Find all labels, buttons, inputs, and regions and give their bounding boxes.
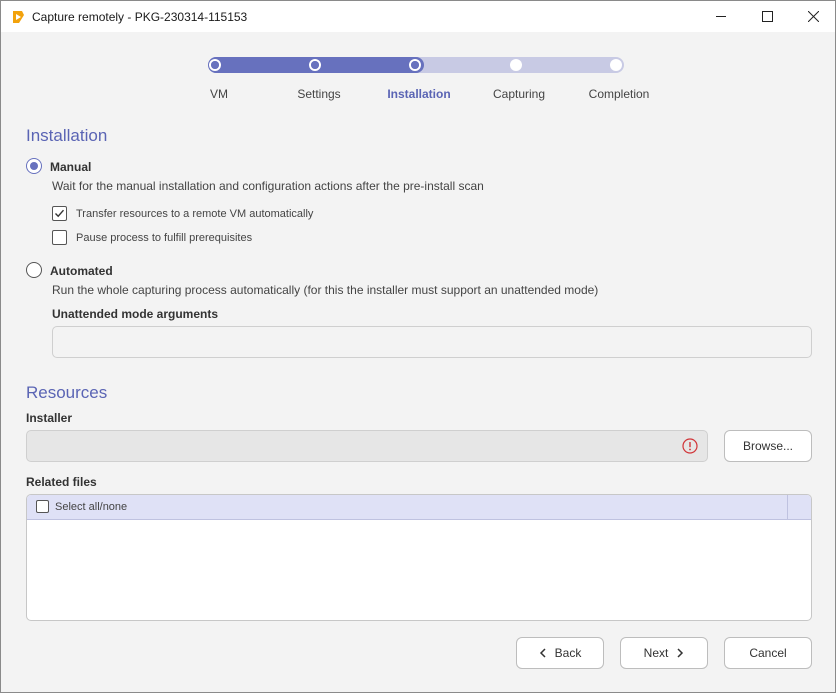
related-files-list[interactable]: Select all/none [26, 494, 812, 621]
capture-remotely-window: Capture remotely - PKG-230314-115153 VM … [0, 0, 836, 693]
step-dot-installation [409, 59, 421, 71]
app-logo-icon [10, 9, 26, 25]
step-label-installation: Installation [387, 87, 451, 101]
browse-button-label: Browse... [742, 439, 793, 453]
related-files-header: Select all/none [27, 495, 811, 520]
chevron-left-icon [539, 648, 546, 658]
step-dot-settings [309, 59, 321, 71]
minimize-button[interactable] [698, 1, 744, 32]
pause-process-checkbox[interactable] [52, 230, 67, 245]
next-button-label: Next [643, 646, 669, 660]
step-dot-completion [610, 59, 622, 71]
unattended-args-input[interactable] [52, 326, 812, 358]
manual-label[interactable]: Manual [50, 160, 91, 174]
related-files-label: Related files [26, 475, 97, 489]
header-divider [787, 495, 788, 520]
select-all-checkbox[interactable] [36, 500, 49, 513]
maximize-icon [761, 11, 773, 22]
title-bar[interactable]: Capture remotely - PKG-230314-115153 [1, 1, 835, 32]
cancel-button-label: Cancel [749, 646, 787, 660]
close-button[interactable] [790, 1, 836, 32]
window-title: Capture remotely - PKG-230314-115153 [32, 10, 248, 24]
maximize-button[interactable] [744, 1, 790, 32]
manual-description: Wait for the manual installation and con… [52, 179, 484, 193]
browse-button[interactable]: Browse... [724, 430, 812, 462]
resources-heading: Resources [26, 383, 108, 402]
chevron-right-icon [677, 648, 684, 658]
automated-radio[interactable] [26, 262, 42, 278]
back-button[interactable]: Back [516, 637, 604, 669]
minimize-icon [715, 16, 726, 17]
checkmark-icon [55, 209, 65, 218]
cancel-button[interactable]: Cancel [724, 637, 812, 669]
transfer-resources-checkbox[interactable] [52, 206, 67, 221]
installation-heading: Installation [26, 126, 108, 145]
manual-radio[interactable] [26, 158, 42, 174]
error-icon [682, 438, 698, 454]
installer-input[interactable] [26, 430, 708, 462]
step-label-completion: Completion [588, 87, 650, 101]
automated-label[interactable]: Automated [50, 264, 113, 278]
back-button-label: Back [554, 646, 582, 660]
close-icon [807, 11, 819, 22]
step-dot-vm [209, 59, 221, 71]
pause-process-label[interactable]: Pause process to fulfill prerequisites [76, 232, 252, 244]
installer-label: Installer [26, 411, 73, 425]
next-button[interactable]: Next [620, 637, 708, 669]
transfer-resources-label[interactable]: Transfer resources to a remote VM automa… [76, 208, 313, 220]
select-all-label[interactable]: Select all/none [55, 501, 127, 513]
step-label-vm: VM [210, 87, 228, 101]
step-dot-capturing [510, 59, 522, 71]
automated-description: Run the whole capturing process automati… [52, 283, 599, 297]
unattended-args-label: Unattended mode arguments [52, 307, 219, 321]
step-label-capturing: Capturing [492, 87, 546, 101]
step-label-settings: Settings [297, 87, 341, 101]
